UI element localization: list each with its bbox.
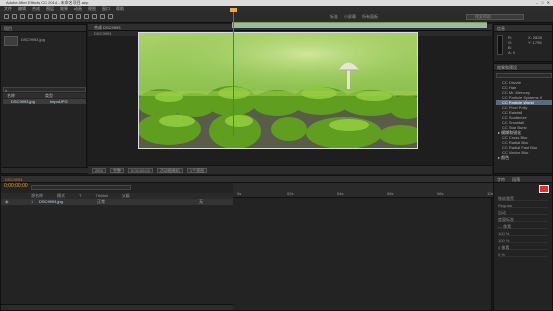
project-item[interactable]: DSC9993.jpg ImpotJPG — [3, 99, 86, 104]
layer-mode[interactable]: 正常 — [97, 199, 105, 205]
workspace-standard[interactable]: 标准 — [330, 14, 338, 20]
project-column-header: 名称 类型 — [3, 93, 86, 98]
pen-tool-icon[interactable] — [60, 14, 65, 19]
pan-behind-tool-icon[interactable] — [44, 14, 49, 19]
timeline-search-input[interactable] — [31, 185, 131, 190]
effects-search-input[interactable] — [496, 73, 552, 78]
fill-color-swatch[interactable] — [539, 185, 549, 193]
character-setting-row[interactable]: 度量标准 — [498, 217, 548, 222]
timeline-current-time[interactable]: 0;00;00;00 — [4, 184, 28, 189]
camera-view-select[interactable]: 活动摄像机 — [156, 167, 183, 173]
character-setting-row[interactable]: 0 % — [498, 252, 548, 257]
zoom-tool-icon[interactable] — [20, 14, 25, 19]
info-a: A: 0 — [508, 50, 516, 55]
hand-tool-icon[interactable] — [12, 14, 17, 19]
rotate-tool-icon[interactable] — [28, 14, 33, 19]
ruler-tick-label: 04s — [337, 191, 344, 196]
mask-tool-icon[interactable] — [52, 14, 57, 19]
brush-tool-icon[interactable] — [76, 14, 81, 19]
character-setting-row[interactable]: 微软雅黑 — [498, 196, 548, 201]
timeline-panel: DSC9993 0;00;00;00 源名称 模式 T TrkMat 父级 ◉ … — [0, 175, 493, 311]
workspace-switcher: 标准 小屏幕 所有面板 — [330, 14, 450, 20]
ruler-tick-label: 06s — [387, 191, 394, 196]
magnification-select[interactable]: 25% — [92, 167, 107, 173]
visibility-icon[interactable]: ◉ — [5, 199, 9, 205]
layer-number: 1 — [31, 199, 34, 204]
playhead-handle[interactable] — [230, 8, 237, 12]
resolution-select[interactable]: 完整 — [110, 167, 125, 173]
eraser-tool-icon[interactable] — [92, 14, 97, 19]
tab-paragraph[interactable]: 段落 — [506, 177, 520, 182]
layer-name: DSC9993.jpg — [39, 199, 63, 204]
project-item-type: ImpotJPG — [49, 99, 68, 104]
ruler-tick-label: 0s — [237, 191, 242, 196]
character-setting-row[interactable]: 自动 — [498, 210, 548, 215]
color-sample — [497, 35, 503, 55]
info-tab[interactable]: 信息 — [494, 25, 552, 32]
puppet-tool-icon[interactable] — [108, 14, 113, 19]
ruler-tick-label: 02s — [287, 191, 294, 196]
layer-row[interactable]: ◉ 1 DSC9993.jpg 正常 无 — [1, 199, 233, 205]
info-panel: 信息 R: G: B: A: 0 X: 2828 Y: 1795 — [493, 24, 553, 62]
timeline-footer — [1, 304, 233, 310]
character-setting-row[interactable]: 0 像素 — [498, 245, 548, 250]
character-setting-row[interactable]: — 像素 — [498, 224, 548, 229]
timeline-tab[interactable]: DSC9993 — [1, 176, 493, 183]
character-tabs: 字符 段落 — [494, 176, 552, 183]
current-time[interactable]: 0;00;00;00 — [128, 167, 153, 173]
effect-category[interactable]: ▸ 颜色 — [496, 155, 552, 160]
project-item-name: DSC9993.jpg — [11, 99, 35, 104]
viewer-controls: 25% 完整 0;00;00;00 活动摄像机 1个视图 — [88, 165, 492, 174]
info-values: R: G: B: A: 0 — [508, 35, 515, 55]
workspace-all-panels[interactable]: 所有面板 — [362, 14, 378, 20]
project-search-input[interactable]: ⌕ — [3, 87, 86, 93]
text-tool-icon[interactable] — [68, 14, 73, 19]
view-layout-select[interactable]: 1个视图 — [186, 167, 208, 173]
mushroom-moss-image — [139, 33, 417, 148]
character-setting-row[interactable]: Regular — [498, 203, 548, 208]
playhead-line — [233, 8, 234, 136]
effects-list: CC Drizzle CC Hair CC Mr. Mercury CC Partic… — [496, 80, 552, 160]
selection-tool-icon[interactable] — [4, 14, 9, 19]
character-setting-row[interactable]: 100 % — [498, 231, 548, 236]
project-footer — [1, 167, 88, 173]
effects-tab[interactable]: 效果和预设 — [494, 64, 552, 71]
camera-tool-icon[interactable] — [36, 14, 41, 19]
composition-canvas[interactable] — [138, 32, 418, 149]
thumb-name: DSC9993.jpg — [21, 37, 45, 42]
character-setting-row[interactable]: 100 % — [498, 238, 548, 243]
project-thumbnail — [4, 36, 18, 46]
project-panel: 项目 DSC9993.jpg ⌕ 名称 类型 DSC9993.jpg Impot… — [0, 24, 88, 174]
time-ruler[interactable]: 0s 02s 04s 06s 08s 10s — [233, 183, 493, 198]
workspace-small-screen[interactable]: 小屏幕 — [344, 14, 356, 20]
roto-brush-tool-icon[interactable] — [100, 14, 105, 19]
layer-parent[interactable]: 无 — [199, 199, 203, 205]
tab-character[interactable]: 字符 — [497, 177, 505, 182]
layer-duration-bar[interactable] — [232, 23, 487, 28]
ruler-tick-label: 08s — [437, 191, 444, 196]
clone-tool-icon[interactable] — [84, 14, 89, 19]
info-y: Y: 1795 — [528, 40, 542, 45]
project-tab[interactable]: 项目 — [1, 25, 86, 32]
window-title: Adobe After Effects CC 2014 - 未命名项目.aep — [6, 0, 89, 5]
effects-presets-panel: 效果和预设 CC Drizzle CC Hair CC Mr. Mercury CC … — [493, 63, 553, 174]
col-type[interactable]: 类型 — [45, 93, 53, 98]
help-search-input[interactable]: 搜索帮助 — [466, 14, 524, 20]
col-name[interactable]: 名称 — [7, 93, 15, 98]
info-coords: X: 2828 Y: 1795 — [528, 35, 542, 45]
